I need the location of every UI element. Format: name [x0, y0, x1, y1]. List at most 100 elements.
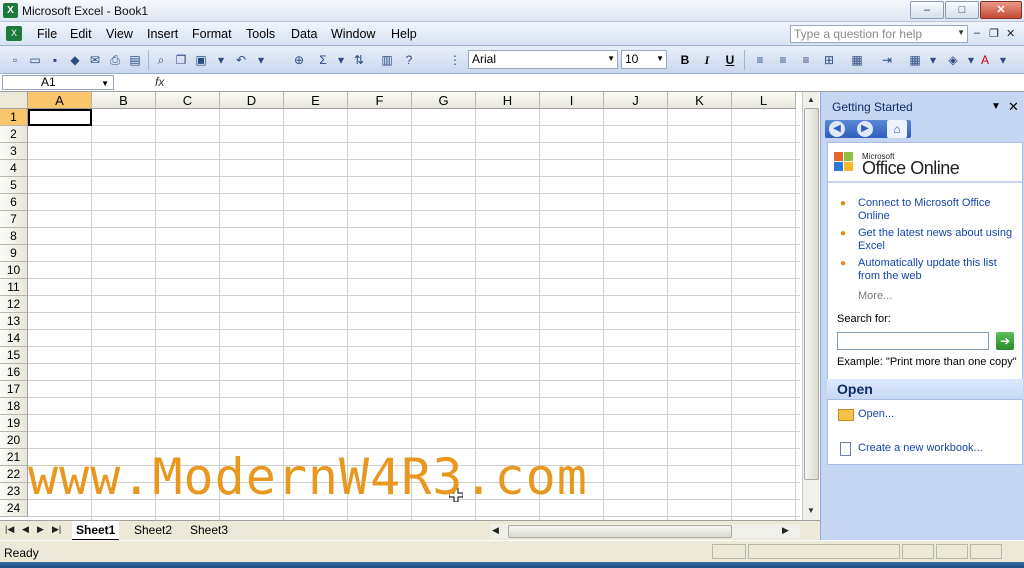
help-icon[interactable]: ?	[400, 51, 418, 69]
tab-sheet2[interactable]: Sheet2	[130, 521, 176, 539]
row-header[interactable]: 12	[0, 296, 28, 313]
doc-close-button[interactable]: ✕	[1006, 27, 1015, 40]
column-header[interactable]: E	[284, 92, 348, 109]
currency-icon[interactable]: ▦	[848, 51, 866, 69]
row-header[interactable]: 1	[0, 109, 28, 126]
research-icon[interactable]: ⌕	[152, 51, 170, 69]
column-header[interactable]: C	[156, 92, 220, 109]
vertical-scrollbar[interactable]: ▲ ▼	[802, 92, 819, 520]
create-workbook-link[interactable]: Create a new workbook...	[858, 442, 983, 454]
row-header[interactable]: 18	[0, 398, 28, 415]
print-icon[interactable]: ⎙	[106, 51, 124, 69]
scroll-up-icon[interactable]: ▲	[804, 93, 818, 107]
column-header[interactable]: F	[348, 92, 412, 109]
menu-insert[interactable]: Insert	[147, 27, 178, 41]
vertical-scroll-thumb[interactable]	[804, 108, 819, 480]
row-header[interactable]: 21	[0, 449, 28, 466]
column-header[interactable]: A	[28, 92, 92, 109]
chart-icon[interactable]: ▥	[378, 51, 396, 69]
italic-button[interactable]: I	[698, 51, 716, 69]
paste-icon[interactable]: ▣	[192, 51, 210, 69]
horizontal-scroll-thumb[interactable]	[508, 525, 732, 538]
chevron-down-icon[interactable]: ▾	[332, 51, 350, 69]
doc-minimize-button[interactable]: –	[974, 27, 980, 39]
font-name-select[interactable]: Arial ▼	[468, 50, 618, 69]
chevron-down-icon[interactable]: ▼	[656, 54, 664, 63]
align-left-icon[interactable]: ≡	[751, 51, 769, 69]
align-right-icon[interactable]: ≡	[797, 51, 815, 69]
scroll-down-icon[interactable]: ▼	[804, 504, 818, 518]
chevron-down-icon[interactable]: ▼	[101, 77, 109, 90]
maximize-button[interactable]: □	[945, 1, 979, 19]
chevron-down-icon[interactable]: ▼	[991, 101, 1001, 112]
toolbar-options-icon[interactable]: ⋮	[446, 51, 464, 69]
help-search-input[interactable]: Type a question for help ▼	[790, 25, 968, 43]
menu-help[interactable]: Help	[391, 27, 417, 41]
print-preview-icon[interactable]: ▤	[126, 51, 144, 69]
name-box[interactable]: A1 ▼	[2, 75, 114, 90]
column-header[interactable]: L	[732, 92, 796, 109]
link-auto-update[interactable]: Automatically update this list from the …	[858, 257, 1018, 283]
autosum-icon[interactable]: Σ	[314, 51, 332, 69]
copy-icon[interactable]: ❐	[172, 51, 190, 69]
search-input[interactable]	[837, 332, 989, 350]
back-icon[interactable]: ◀	[829, 121, 845, 137]
menu-tools[interactable]: Tools	[246, 27, 275, 41]
forward-icon[interactable]: ▶	[857, 121, 873, 137]
tab-sheet3[interactable]: Sheet3	[186, 521, 232, 539]
email-icon[interactable]: ✉	[86, 51, 104, 69]
row-header[interactable]: 7	[0, 211, 28, 228]
chevron-down-icon[interactable]: ▾	[252, 51, 270, 69]
tab-sheet1[interactable]: Sheet1	[72, 521, 120, 541]
underline-button[interactable]: U	[721, 51, 739, 69]
save-icon[interactable]: ▪	[46, 51, 64, 69]
bold-button[interactable]: B	[676, 51, 694, 69]
merge-center-icon[interactable]: ⊞	[820, 51, 838, 69]
last-sheet-icon[interactable]: ▶|	[52, 524, 61, 535]
open-folder-icon[interactable]: ▭	[26, 51, 44, 69]
insert-function-icon[interactable]: fx	[155, 75, 164, 89]
column-header[interactable]: H	[476, 92, 540, 109]
row-header[interactable]: 19	[0, 415, 28, 432]
font-size-select[interactable]: 10 ▼	[621, 50, 667, 69]
column-header[interactable]: J	[604, 92, 668, 109]
chevron-down-icon[interactable]: ▾	[994, 51, 1012, 69]
indent-icon[interactable]: ⇥	[878, 51, 896, 69]
row-header[interactable]: 4	[0, 160, 28, 177]
column-header[interactable]: D	[220, 92, 284, 109]
row-header[interactable]: 24	[0, 500, 28, 517]
close-icon[interactable]: ✕	[1008, 99, 1019, 115]
sort-icon[interactable]: ⇅	[350, 51, 368, 69]
doc-restore-button[interactable]: ❐	[989, 27, 999, 40]
row-header[interactable]: 15	[0, 347, 28, 364]
open-file-link[interactable]: Open...	[858, 408, 894, 420]
scroll-right-icon[interactable]: ▶	[782, 525, 789, 536]
row-header[interactable]: 2	[0, 126, 28, 143]
select-all-corner[interactable]	[0, 92, 28, 109]
search-go-icon[interactable]: ➔	[996, 332, 1014, 350]
row-header[interactable]: 16	[0, 364, 28, 381]
chevron-down-icon[interactable]: ▼	[607, 54, 615, 63]
row-header[interactable]: 10	[0, 262, 28, 279]
column-header[interactable]: B	[92, 92, 156, 109]
row-header[interactable]: 17	[0, 381, 28, 398]
prev-sheet-icon[interactable]: ◀	[22, 524, 29, 535]
row-header[interactable]: 22	[0, 466, 28, 483]
chevron-down-icon[interactable]: ▾	[924, 51, 942, 69]
row-header[interactable]: 6	[0, 194, 28, 211]
home-icon[interactable]: ⌂	[887, 120, 907, 138]
chevron-down-icon[interactable]: ▾	[212, 51, 230, 69]
column-header[interactable]: G	[412, 92, 476, 109]
column-header[interactable]: I	[540, 92, 604, 109]
next-sheet-icon[interactable]: ▶	[37, 524, 44, 535]
scroll-left-icon[interactable]: ◀	[492, 525, 499, 536]
align-center-icon[interactable]: ≡	[774, 51, 792, 69]
row-header[interactable]: 8	[0, 228, 28, 245]
font-color-icon[interactable]: A	[976, 51, 994, 69]
link-connect-office-online[interactable]: Connect to Microsoft Office Online	[858, 197, 1018, 223]
row-header[interactable]: 9	[0, 245, 28, 262]
row-header[interactable]: 20	[0, 432, 28, 449]
excel-app-icon[interactable]: X	[3, 3, 18, 18]
hyperlink-icon[interactable]: ⊕	[290, 51, 308, 69]
fill-color-icon[interactable]: ◈	[944, 51, 962, 69]
